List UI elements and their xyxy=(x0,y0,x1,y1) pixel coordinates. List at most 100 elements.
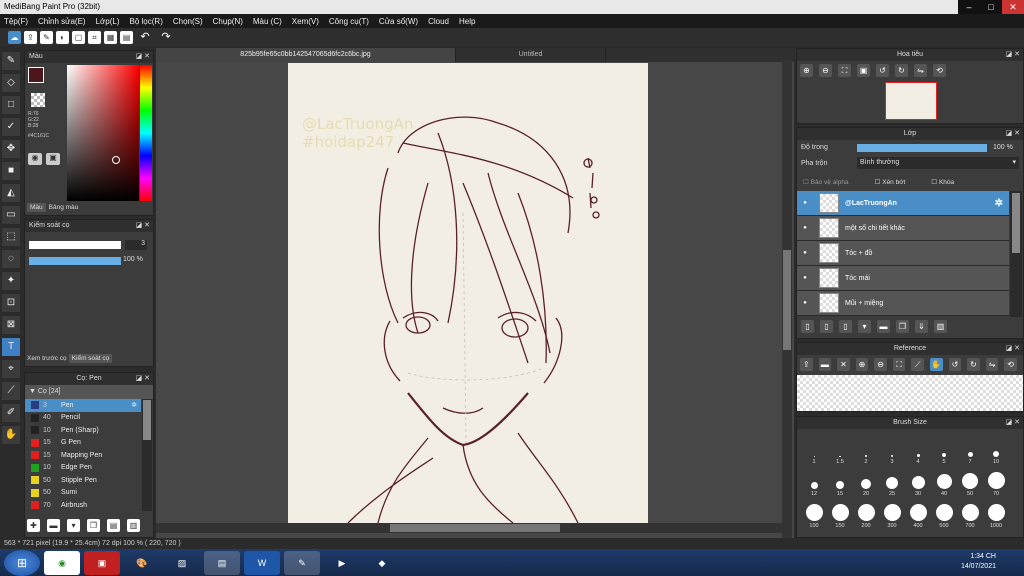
brush-folder-icon[interactable]: ▬ xyxy=(47,519,60,532)
brush-size-option[interactable]: 150 xyxy=(827,497,853,529)
brush-size-option[interactable]: 1000 xyxy=(983,497,1009,529)
menu-help[interactable]: Help xyxy=(459,17,475,26)
system-clock[interactable]: 1:34 CH 14/07/2021 xyxy=(961,552,996,572)
grid-icon[interactable]: ▦ xyxy=(104,30,117,44)
fill-icon[interactable]: ◐ xyxy=(56,30,69,44)
brush-copy-icon[interactable]: ❐ xyxy=(87,519,100,532)
layer-visibility-icon[interactable]: ● xyxy=(797,300,813,306)
palette-icon[interactable]: ▣ xyxy=(46,153,60,165)
brush-item[interactable]: 40 Pencil xyxy=(25,412,141,425)
close-icon[interactable]: ✕ xyxy=(1002,0,1024,14)
text-tool-icon[interactable]: T xyxy=(2,338,20,356)
layer-visibility-icon[interactable]: ● xyxy=(797,200,813,206)
cloud-icon[interactable]: ☁ xyxy=(8,30,21,44)
brush-paste-icon[interactable]: ▤ xyxy=(107,519,120,532)
new-layer-menu-icon[interactable]: ▾ xyxy=(858,320,871,333)
layer-opacity-slider[interactable] xyxy=(857,144,987,152)
snap-icon[interactable]: ▤ xyxy=(120,30,133,44)
hand-tool-icon[interactable]: ✋ xyxy=(2,426,20,444)
transform-icon[interactable]: ⌗ xyxy=(88,30,101,44)
eyedropper-icon[interactable]: ⟋ xyxy=(2,382,20,400)
layer-row[interactable]: ● Tóc + đồ xyxy=(797,241,1009,266)
layer-row[interactable]: ● một số chi tiết khác xyxy=(797,216,1009,241)
canvas-horizontal-scroll-thumb[interactable] xyxy=(390,524,560,532)
brush-delete-icon[interactable]: ▥ xyxy=(127,519,140,532)
start-button-icon[interactable]: ⊞ xyxy=(4,549,40,576)
brush-item[interactable]: 15 Mapping Pen xyxy=(25,449,141,462)
brush-size-option[interactable]: 2 xyxy=(853,433,879,465)
word-task-icon[interactable]: W xyxy=(244,550,280,575)
brush-size-option[interactable]: 500 xyxy=(931,497,957,529)
tab-document-file[interactable]: 825b95fe65c0bb142547065d6fc2c6bc.jpg xyxy=(156,48,456,62)
brush-item[interactable]: 10 Edge Pen xyxy=(25,462,141,475)
layer-visibility-icon[interactable]: ● xyxy=(797,250,813,256)
zoom-out-icon[interactable]: ⊖ xyxy=(819,64,832,77)
tab-document-untitled[interactable]: Untitled xyxy=(456,48,606,62)
add-brush-icon[interactable]: ✚ xyxy=(27,519,40,532)
magic-wand-icon[interactable]: ✦ xyxy=(2,272,20,290)
brush-size-option[interactable]: 25 xyxy=(879,465,905,497)
menu-select[interactable]: Chọn(S) xyxy=(173,17,203,26)
selection-pen-icon[interactable]: ✓ xyxy=(2,118,20,136)
dot-tool-icon[interactable]: □ xyxy=(2,96,20,114)
color-wheel-icon[interactable]: ◉ xyxy=(28,153,42,165)
saturation-value-picker[interactable] xyxy=(67,65,139,201)
tab-brush-control[interactable]: Kiểm soát cọ xyxy=(68,354,113,363)
deselect-icon[interactable]: ▢ xyxy=(72,30,85,44)
layer-settings-icon[interactable]: ✲ xyxy=(995,198,1003,209)
clipping-checkbox[interactable]: ☐ Xén bớt xyxy=(875,178,906,186)
brush-size-option[interactable]: 300 xyxy=(879,497,905,529)
zoom-in-icon[interactable]: ⊕ xyxy=(800,64,813,77)
menu-snap[interactable]: Chụp(N) xyxy=(213,17,243,26)
photos-task-icon[interactable]: ▨ xyxy=(164,551,200,575)
lasso-tool-icon[interactable]: ◌ xyxy=(2,250,20,268)
move-tool-icon[interactable]: ✥ xyxy=(2,140,20,158)
brush-item[interactable]: 15 G Pen xyxy=(25,437,141,450)
brush-menu-icon[interactable]: ▾ xyxy=(67,519,80,532)
brush-opacity-slider[interactable] xyxy=(29,257,121,265)
layer-list-scrollbar[interactable] xyxy=(1010,191,1022,317)
tab-palette[interactable]: Bảng màu xyxy=(46,203,82,212)
reference-eyedropper-icon[interactable]: ⟋ xyxy=(911,358,925,371)
medibang-task-icon[interactable]: ▣ xyxy=(84,550,120,575)
menu-edit[interactable]: Chỉnh sửa(E) xyxy=(38,17,86,26)
explorer-task-icon[interactable]: ▤ xyxy=(204,550,240,575)
media-task-icon[interactable]: ▶ xyxy=(324,551,360,575)
brush-size-option[interactable]: 700 xyxy=(957,497,983,529)
brush-size-option[interactable]: 5 xyxy=(931,433,957,465)
brush-size-value[interactable]: 3 xyxy=(125,240,147,250)
reference-view[interactable] xyxy=(797,375,1023,411)
layer-visibility-icon[interactable]: ● xyxy=(797,225,813,231)
undo-icon[interactable]: ↶ xyxy=(136,31,154,44)
brush-size-slider[interactable] xyxy=(29,241,121,249)
brush-list-scrollbar[interactable] xyxy=(142,399,152,511)
pen-tool-icon[interactable]: ✐ xyxy=(2,404,20,422)
menu-view[interactable]: Xem(V) xyxy=(292,17,319,26)
menu-filter[interactable]: Bộ lọc(R) xyxy=(130,17,163,26)
minimize-icon[interactable]: – xyxy=(958,0,980,14)
reference-close-icon[interactable]: ✕ xyxy=(837,358,850,371)
fill-rect-icon[interactable]: ■ xyxy=(2,162,20,180)
fit-icon[interactable]: ⛶ xyxy=(838,64,851,77)
brush-size-option[interactable]: 20 xyxy=(853,465,879,497)
gradient-tool-icon[interactable]: ▭ xyxy=(2,206,20,224)
actual-size-icon[interactable]: ▣ xyxy=(857,64,870,77)
menu-window[interactable]: Cửa sổ(W) xyxy=(379,17,418,26)
brush-size-option[interactable]: 3 xyxy=(879,433,905,465)
reference-rotate-right-icon[interactable]: ↻ xyxy=(967,358,980,371)
layer-folder-icon[interactable]: ▬ xyxy=(877,320,890,333)
export-icon[interactable]: ⇪ xyxy=(24,30,37,44)
reference-reset-icon[interactable]: ⟲ xyxy=(1004,358,1017,371)
brush-size-option[interactable]: 1.5 xyxy=(827,433,853,465)
drawing-canvas[interactable]: @LacTruongAn #hoidap247 xyxy=(288,63,648,523)
hue-slider[interactable] xyxy=(140,65,152,201)
brush-item[interactable]: 3 Pen ✲ xyxy=(25,399,141,412)
brush-size-option[interactable]: 200 xyxy=(853,497,879,529)
reset-view-icon[interactable]: ⟲ xyxy=(933,64,946,77)
layer-visibility-icon[interactable]: ● xyxy=(797,275,813,281)
select-pen-icon[interactable]: ⊡ xyxy=(2,294,20,312)
transparent-swatch[interactable] xyxy=(31,93,45,107)
select-eraser-icon[interactable]: ⊠ xyxy=(2,316,20,334)
bucket-tool-icon[interactable]: ◭ xyxy=(2,184,20,202)
delete-layer-icon[interactable]: ▥ xyxy=(934,320,947,333)
